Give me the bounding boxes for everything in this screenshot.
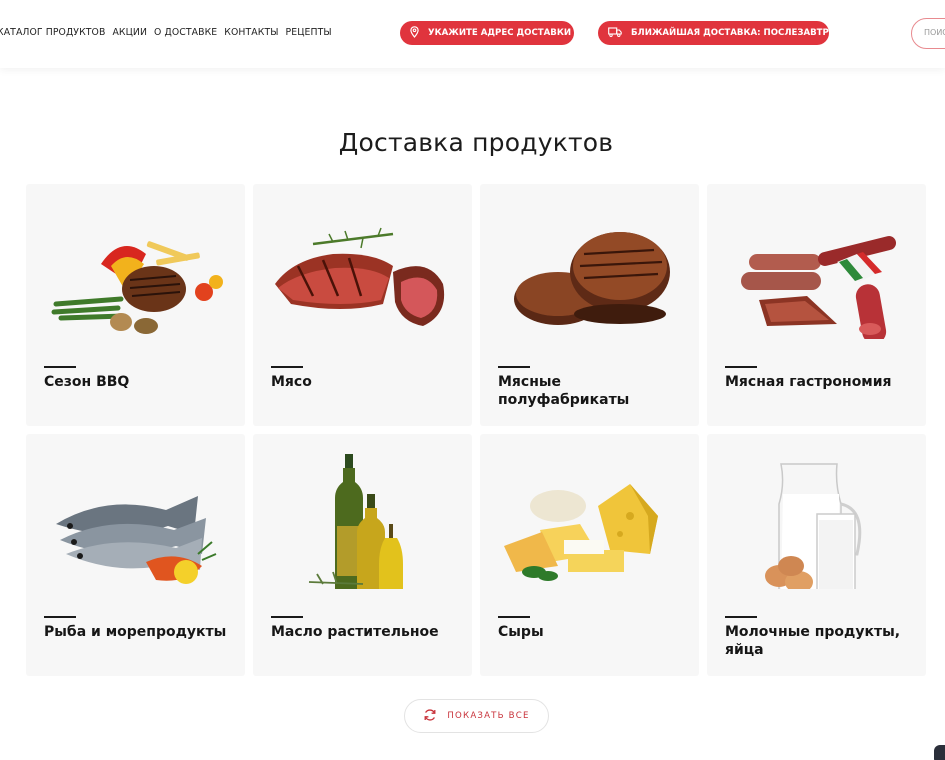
nav-promotions[interactable]: АКЦИИ (112, 27, 147, 38)
delivery-truck-icon (608, 26, 622, 40)
refresh-icon (423, 707, 437, 726)
location-pin-icon (410, 25, 419, 41)
patties-image (514, 232, 670, 325)
category-card-cheese[interactable]: Сыры (480, 434, 699, 676)
steak-image (275, 227, 445, 326)
category-label: Мясные полуфабрикаты (498, 374, 630, 408)
category-label: Сыры (498, 624, 544, 640)
category-card-oil[interactable]: Масло растительное (253, 434, 472, 676)
chat-widget[interactable] (934, 745, 945, 760)
bbq-grill-image (51, 241, 223, 334)
main-nav: КАТАЛОГ ПРОДУКТОВ АКЦИИ О ДОСТАВКЕ КОНТА… (0, 27, 332, 38)
category-label: Рыба и морепродукты (44, 624, 227, 640)
category-card-bbq[interactable]: Сезон BBQ (26, 184, 245, 426)
category-label: Масло растительное (271, 624, 439, 640)
category-card-fish[interactable]: Рыба и морепродукты (26, 434, 245, 676)
category-card-gastronomy[interactable]: Мясная гастрономия (707, 184, 926, 426)
category-label: Мясная гастрономия (725, 374, 892, 390)
nav-recipes[interactable]: РЕЦЕПТЫ (286, 27, 332, 38)
page-title: Доставка продуктов (338, 128, 614, 157)
cheese-image (504, 484, 658, 581)
card-divider (271, 366, 303, 368)
card-divider (271, 616, 303, 618)
nav-contacts[interactable]: КОНТАКТЫ (224, 27, 278, 38)
category-label: Молочные продукты, яйца (725, 624, 901, 658)
category-card-semi-finished[interactable]: Мясные полуфабрикаты (480, 184, 699, 426)
category-card-meat[interactable]: Мясо (253, 184, 472, 426)
card-divider (44, 366, 76, 368)
show-all-label: ПОКАЗАТЬ ВСЕ (447, 711, 530, 721)
show-all-button[interactable]: ПОКАЗАТЬ ВСЕ (404, 699, 549, 733)
card-divider (725, 366, 757, 368)
card-divider (44, 616, 76, 618)
card-divider (498, 616, 530, 618)
nav-about-delivery[interactable]: О ДОСТАВКЕ (154, 27, 217, 38)
search-input[interactable]: ПОИС (911, 18, 945, 49)
delivery-address-label: УКАЖИТЕ АДРЕС ДОСТАВКИ (428, 28, 572, 38)
nav-catalog[interactable]: КАТАЛОГ ПРОДУКТОВ (0, 27, 105, 38)
category-label: Сезон BBQ (44, 374, 130, 390)
card-divider (498, 366, 530, 368)
sausages-image (741, 236, 897, 339)
site-header: КАТАЛОГ ПРОДУКТОВ АКЦИИ О ДОСТАВКЕ КОНТА… (0, 0, 945, 68)
search-placeholder: ПОИС (924, 28, 945, 37)
oil-bottles-image (308, 454, 403, 589)
fish-image (56, 496, 217, 584)
delivery-address-button[interactable]: УКАЖИТЕ АДРЕС ДОСТАВКИ (400, 21, 574, 45)
nearest-delivery-label: БЛИЖАЙШАЯ ДОСТАВКА: ПОСЛЕЗАВТРА (631, 28, 836, 38)
milk-eggs-image (765, 463, 862, 589)
category-card-dairy[interactable]: Молочные продукты, яйца (707, 434, 926, 676)
card-divider (725, 616, 757, 618)
category-label: Мясо (271, 374, 312, 390)
nearest-delivery-button[interactable]: БЛИЖАЙШАЯ ДОСТАВКА: ПОСЛЕЗАВТРА (598, 21, 835, 45)
